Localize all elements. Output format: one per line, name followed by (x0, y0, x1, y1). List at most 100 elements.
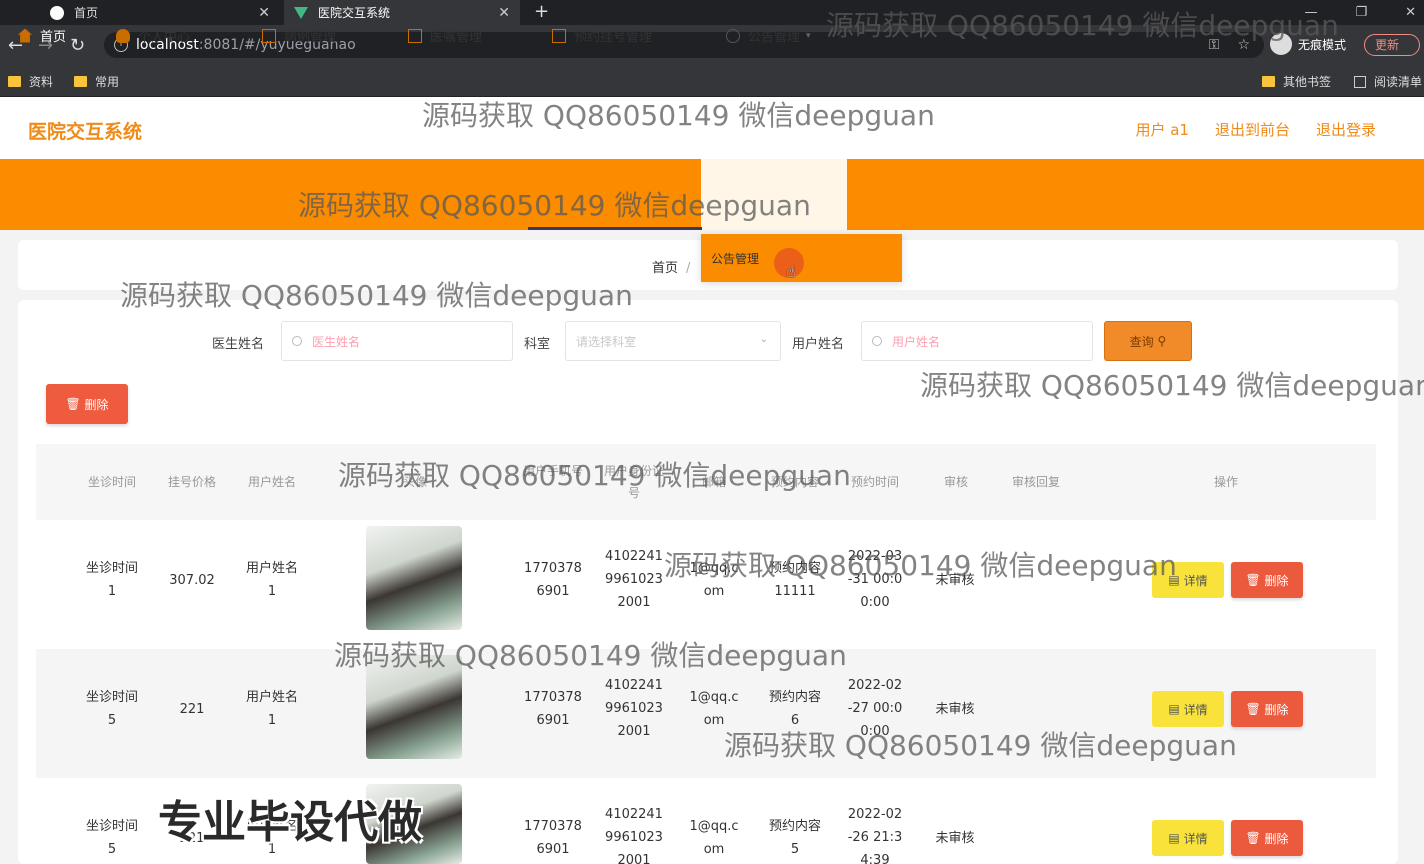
nav-active-indicator (528, 227, 702, 230)
bulk-delete-button[interactable]: 🗑 删除 (46, 384, 128, 424)
folder-icon (1262, 76, 1275, 87)
cell-user: 用户姓名 1 (245, 690, 298, 728)
close-icon[interactable]: ✕ (498, 5, 510, 21)
doctor-name-label: 医生姓名 (212, 337, 265, 352)
back-to-front-link[interactable]: 退出到前台 (1215, 119, 1290, 140)
user-name-input[interactable]: 用户姓名 (861, 321, 1093, 361)
detail-button[interactable]: ▤ 详情 (1152, 820, 1224, 856)
delete-button[interactable]: 🗑 删除 (1231, 820, 1303, 856)
reload-icon[interactable]: ↻ (70, 35, 85, 56)
nav-item-notices[interactable]: 公告管理 ▾ (726, 26, 811, 45)
cell-idcard: 4102241 9961023 2001 (605, 807, 663, 864)
chevron-down-icon: ▾ (806, 30, 811, 41)
detail-button[interactable]: ▤ 详情 (1152, 691, 1224, 727)
breadcrumb: 首页 / (652, 257, 690, 276)
new-tab-button[interactable]: + (534, 0, 549, 25)
col-header[interactable]: 头像 (380, 471, 450, 493)
bookmark-folder[interactable]: 常用 (74, 73, 119, 90)
browser-tab-bar: 首页 ✕ 医院交互系统 ✕ + — ❐ ✕ (0, 0, 1424, 25)
cell-email: 1@qq.c om (689, 690, 739, 728)
col-header[interactable]: 操作 (1186, 471, 1266, 493)
search-button[interactable]: 查询 ⚲ (1104, 321, 1192, 361)
detail-button[interactable]: ▤ 详情 (1152, 562, 1224, 598)
document-icon (552, 28, 566, 43)
col-header[interactable]: 坐诊时间 (76, 471, 148, 493)
cell-review: 未审核 (935, 702, 975, 717)
close-icon[interactable]: ✕ (258, 5, 270, 21)
col-header[interactable]: 预约时间 (844, 471, 906, 493)
cell-time: 坐诊时间 5 (85, 819, 138, 857)
document-icon (408, 28, 422, 43)
col-header[interactable]: 邮箱 (684, 471, 744, 493)
col-header[interactable]: 用户姓名 (236, 471, 308, 493)
other-bookmarks[interactable]: 其他书签 (1262, 73, 1331, 90)
col-header[interactable]: 挂号价格 (156, 471, 228, 493)
dept-select[interactable]: 请选择科室 ⌄ (565, 321, 781, 361)
incognito-badge[interactable]: 无痕模式 (1270, 33, 1346, 55)
cell-email: 1@qq.c om (689, 819, 739, 857)
delete-button[interactable]: 🗑 删除 (1231, 562, 1303, 598)
cell-user: 用户姓名 1 (245, 561, 298, 599)
nav-hover-highlight (701, 159, 847, 230)
current-user: 用户 a1 (1135, 121, 1189, 139)
nav-item-appointments[interactable]: 预约挂号管理 (552, 26, 652, 45)
nav-label: 首页 (40, 30, 67, 45)
logout-link[interactable]: 退出登录 (1316, 119, 1376, 140)
search-icon (872, 336, 882, 346)
user-icon (116, 28, 130, 43)
col-header[interactable]: 用户身份证号 (604, 460, 664, 504)
cell-review: 未审核 (935, 831, 975, 846)
nav-item-profile[interactable]: 个人中心 (116, 26, 190, 45)
app-logo: 医院交互系统 (28, 121, 143, 143)
cell-price: 221 (179, 702, 205, 717)
doctor-name-input[interactable]: 医生姓名 (281, 321, 513, 361)
bookmark-label: 其他书签 (1283, 75, 1332, 89)
cell-price: 307.02 (169, 573, 215, 588)
chevron-down-icon: ⌄ (759, 334, 768, 345)
nav-item-cases[interactable]: 病例管理 (262, 26, 336, 45)
browser-tab-home[interactable]: 首页 ✕ (40, 0, 280, 25)
window-controls: — ❐ ✕ (1304, 0, 1416, 25)
nav-label: 公告管理 (748, 30, 801, 45)
cell-email: 1@qq.c om (689, 561, 739, 599)
key-icon[interactable]: ⚿ (1209, 37, 1220, 53)
user-name-label: 用户姓名 (792, 337, 845, 352)
cell-idcard: 4102241 9961023 2001 (605, 678, 663, 739)
home-icon (18, 28, 32, 43)
placeholder: 用户姓名 (892, 334, 941, 349)
folder-icon (74, 76, 87, 87)
avatar (366, 655, 462, 759)
bookmark-folder[interactable]: 资料 (8, 73, 53, 90)
bookmarks-bar: 资料 常用 其他书签 阅读清单 (0, 65, 1424, 97)
delete-button[interactable]: 🗑 删除 (1231, 691, 1303, 727)
minimize-icon[interactable]: — (1304, 5, 1317, 20)
breadcrumb-home[interactable]: 首页 (652, 261, 678, 276)
nav-item-home[interactable]: 首页 (18, 26, 66, 45)
nav-label: 病例管理 (284, 30, 337, 45)
dropdown-item-notices[interactable]: 公告管理 (711, 250, 759, 267)
clock-icon (726, 28, 740, 43)
bookmark-label: 阅读清单 (1374, 75, 1423, 89)
restore-icon[interactable]: ❐ (1355, 5, 1367, 20)
trash-icon: 🗑 (1245, 702, 1261, 716)
update-button[interactable]: 更新 (1364, 34, 1420, 56)
close-window-icon[interactable]: ✕ (1405, 5, 1416, 20)
cell-phone: 1770378 6901 (524, 690, 582, 728)
avatar (366, 526, 462, 630)
document-icon (262, 28, 276, 43)
reading-list-icon (1354, 75, 1366, 88)
cell-time: 坐诊时间 1 (85, 561, 138, 599)
col-header[interactable]: 用户手机号 (522, 460, 584, 482)
breadcrumb-separator: / (686, 261, 691, 276)
nav-item-orders[interactable]: 医嘱管理 (408, 26, 482, 45)
hand-cursor-icon: ☝ (786, 262, 796, 281)
reading-list[interactable]: 阅读清单 (1354, 73, 1422, 90)
star-icon[interactable]: ☆ (1237, 37, 1250, 53)
placeholder: 请选择科室 (576, 334, 637, 349)
col-header[interactable]: 审核回复 (1000, 471, 1072, 493)
col-header[interactable]: 审核 (926, 471, 986, 493)
col-header[interactable]: 预约内容 (764, 471, 826, 493)
cell-time: 坐诊时间 5 (85, 690, 138, 728)
globe-icon (50, 5, 64, 20)
browser-tab-hospital[interactable]: 医院交互系统 ✕ (284, 0, 520, 25)
